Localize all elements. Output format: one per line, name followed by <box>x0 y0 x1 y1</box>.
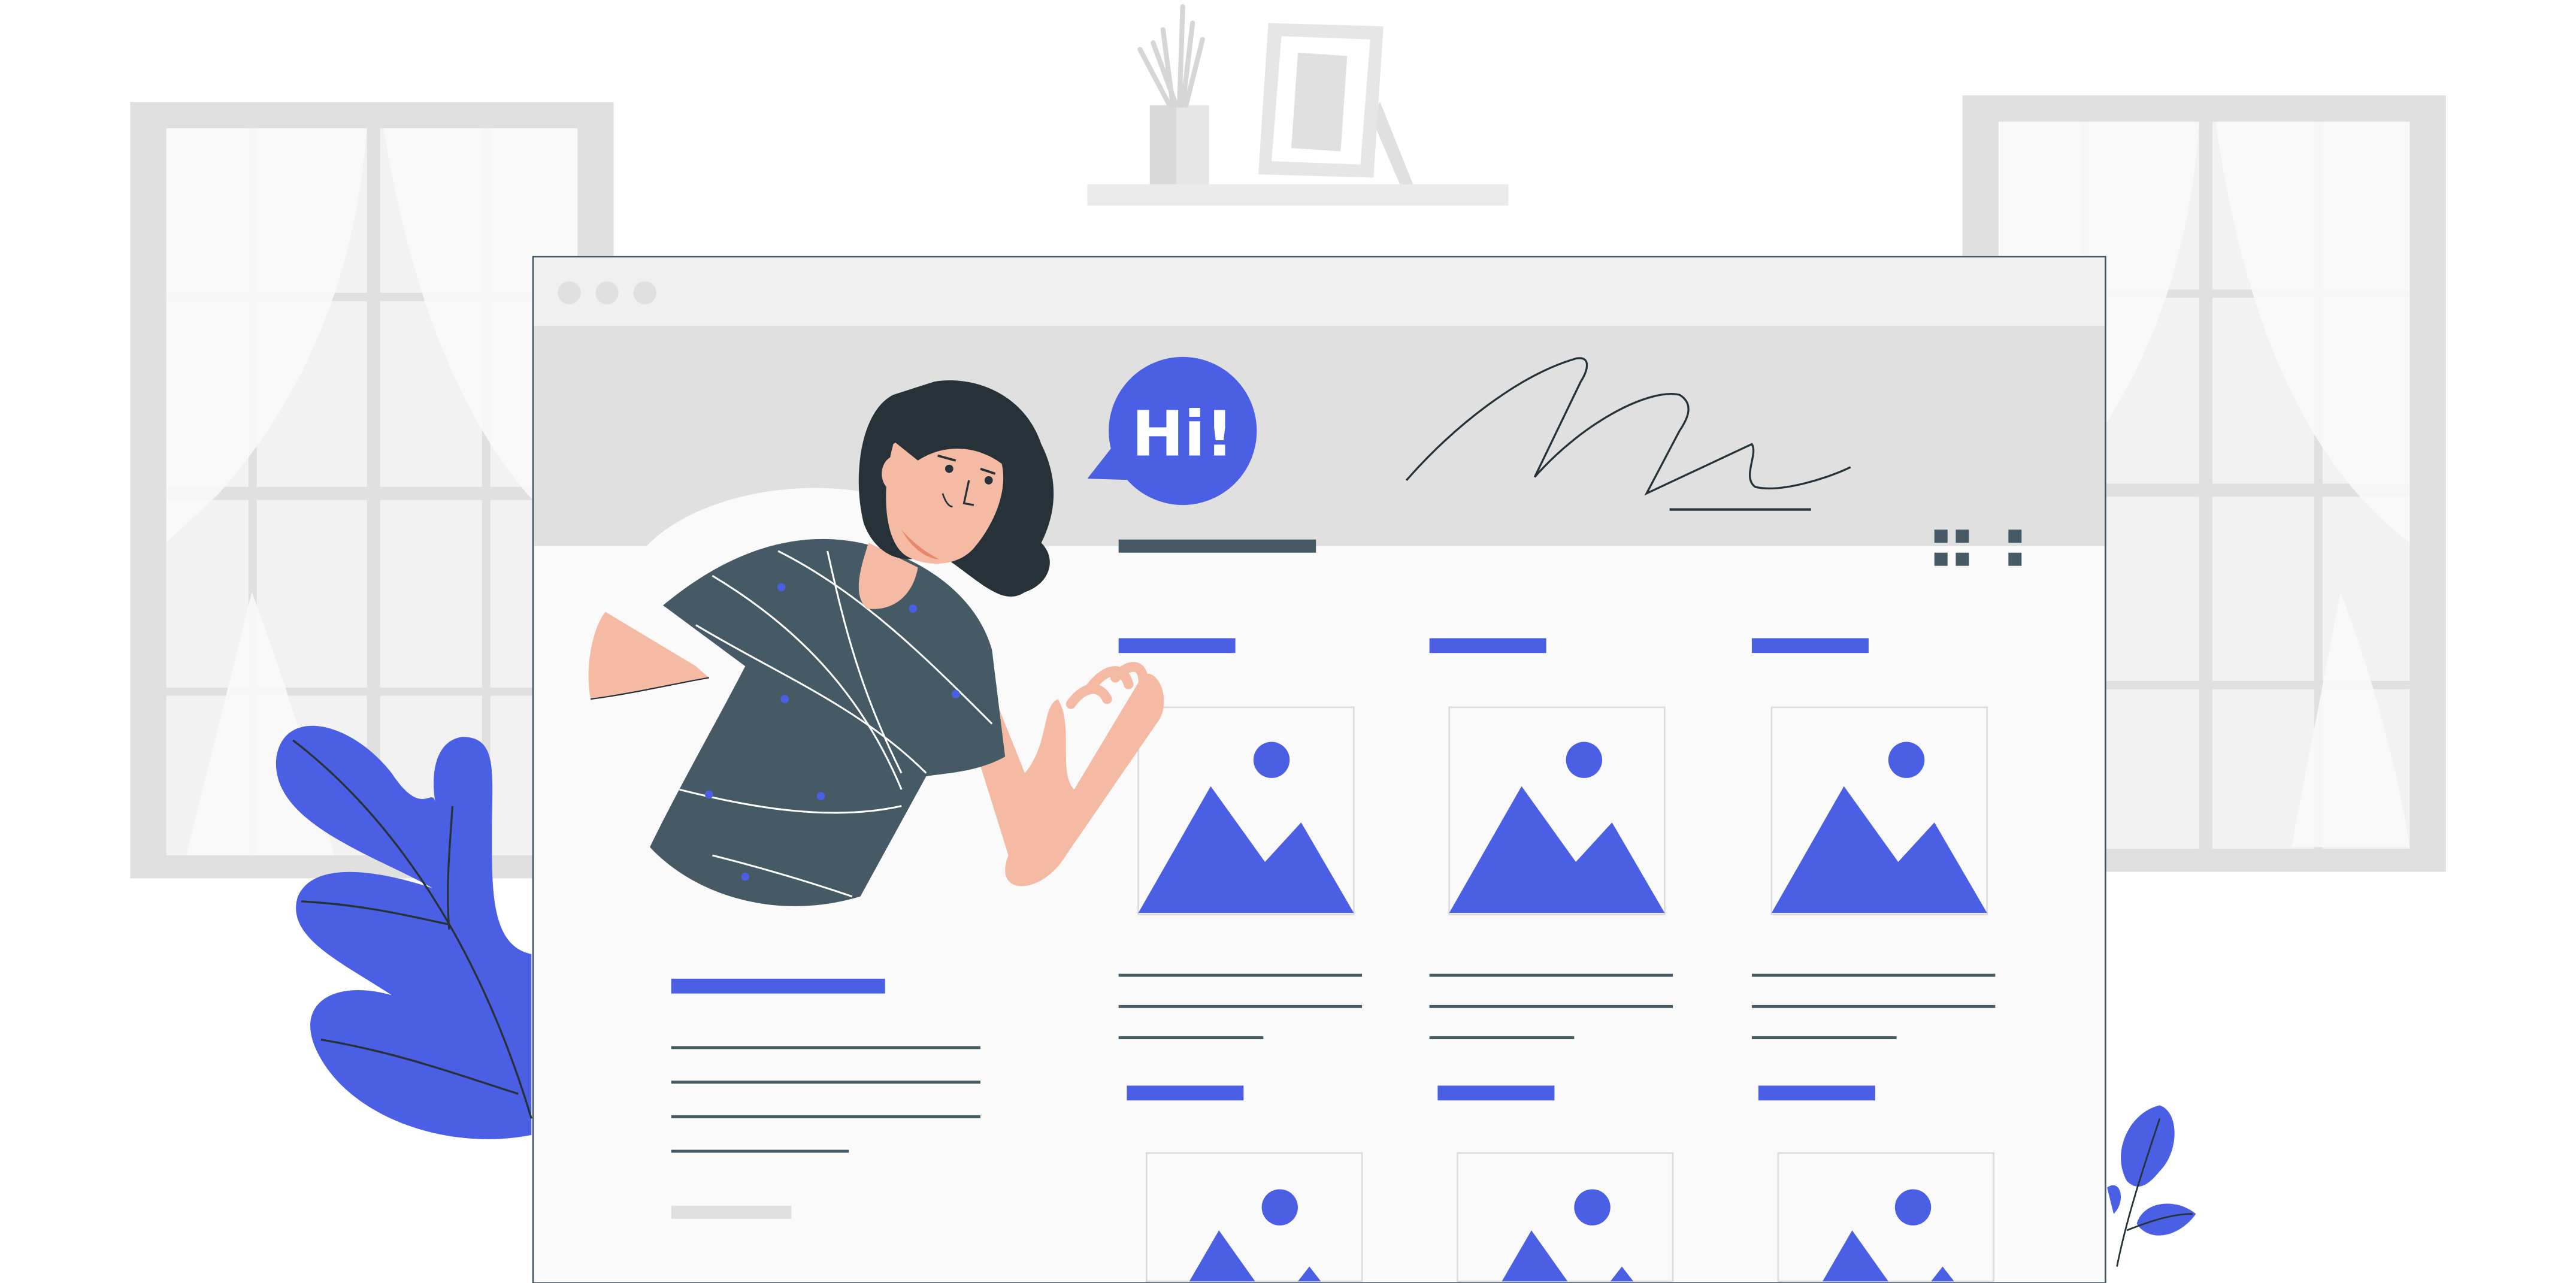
window-dot-icon <box>595 281 619 305</box>
image-placeholder-icon <box>1456 1152 1674 1282</box>
window-dot-icon <box>633 281 656 305</box>
window-dot-icon <box>558 281 581 305</box>
browser-controls <box>558 281 656 305</box>
plant-pot <box>1137 4 1209 184</box>
wall-shelf <box>1087 4 1509 206</box>
nav-bar <box>1118 539 1316 553</box>
leaf-right <box>2107 1105 2196 1267</box>
illustration: Hi! <box>130 4 2446 1283</box>
image-placeholder-icon <box>1137 706 1355 916</box>
image-placeholder-icon <box>1777 1152 1994 1282</box>
image-placeholder-icon <box>1770 706 1988 916</box>
greeting-text: Hi! <box>1131 398 1234 471</box>
picture-frame <box>1258 23 1413 184</box>
image-placeholder-icon <box>1448 706 1666 916</box>
image-placeholder-icon <box>1145 1152 1363 1282</box>
